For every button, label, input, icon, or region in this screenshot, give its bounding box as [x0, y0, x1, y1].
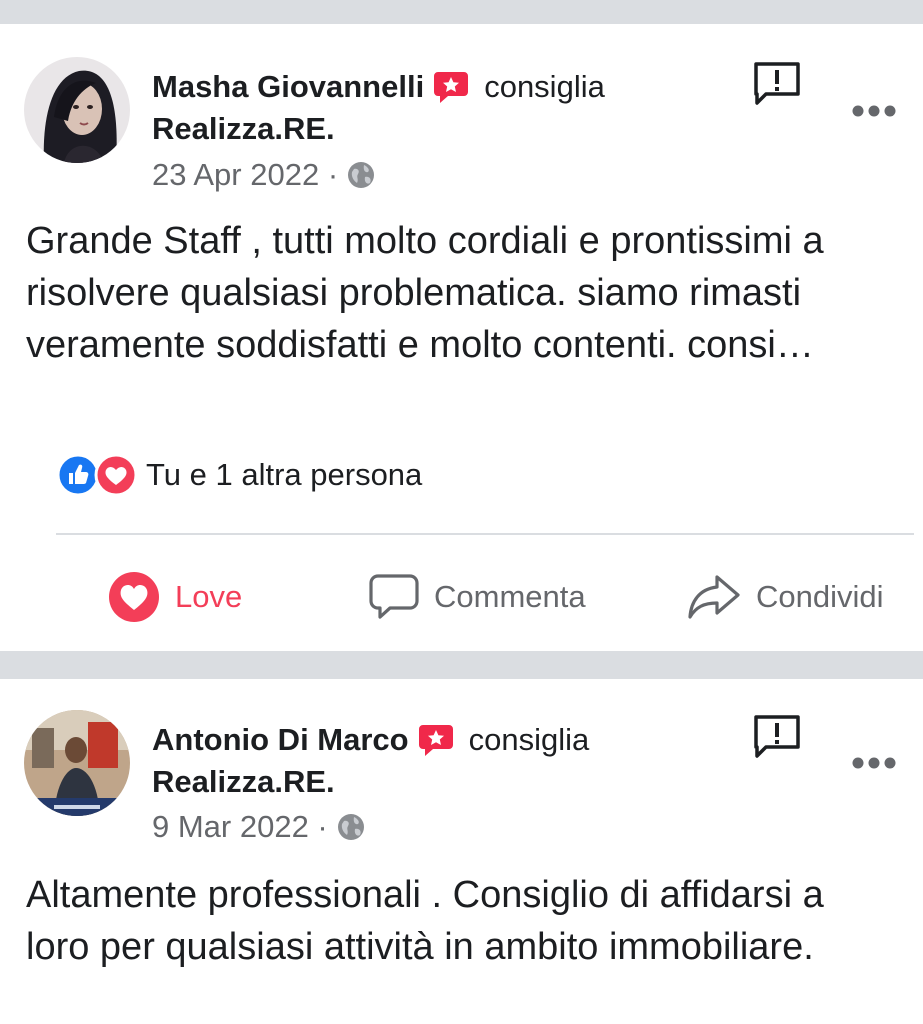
post-header: Masha Giovannelli consiglia: [152, 68, 605, 106]
reactions-text: Tu e 1 altra persona: [146, 457, 423, 492]
avatar-photo-icon: [24, 57, 130, 163]
reactions-summary[interactable]: Tu e 1 altra persona: [56, 453, 422, 497]
recommend-icon: [434, 72, 469, 103]
recommend-verb: consiglia: [484, 69, 605, 104]
feed-separator: [0, 651, 923, 679]
post-meta: 23 Apr 2022 ·: [152, 156, 376, 194]
share-label: Condividi: [756, 578, 884, 614]
page-name[interactable]: Realizza.RE.: [152, 763, 335, 801]
comment-icon: [369, 574, 419, 619]
author-name[interactable]: Antonio Di Marco: [152, 722, 409, 757]
love-button[interactable]: Love: [107, 569, 243, 622]
feed-separator-top: [0, 0, 923, 24]
page-name[interactable]: Realizza.RE.: [152, 110, 335, 148]
post-header: Antonio Di Marco consiglia: [152, 721, 589, 759]
more-options-icon[interactable]: [851, 104, 897, 118]
share-button[interactable]: Condividi: [686, 569, 884, 621]
divider: [56, 533, 914, 535]
globe-icon: [348, 161, 375, 188]
author-name[interactable]: Masha Giovannelli: [152, 69, 424, 104]
post-text-line: Grande Staff , tutti molto cordiali e pr…: [26, 220, 824, 262]
like-icon: [56, 453, 100, 497]
recommend-icon: [418, 725, 453, 756]
post-meta: 9 Mar 2022 ·: [152, 808, 366, 846]
post-date[interactable]: 23 Apr 2022 ·: [152, 157, 338, 192]
comment-label: Commenta: [434, 578, 586, 614]
avatar-photo-icon: [24, 710, 130, 816]
recommend-verb: consiglia: [468, 722, 590, 757]
post-text: Altamente professionali . Consiglio di a…: [26, 869, 906, 973]
report-icon[interactable]: [752, 714, 802, 760]
avatar[interactable]: [24, 710, 130, 816]
post-date[interactable]: 9 Mar 2022 ·: [152, 809, 328, 844]
share-icon: [688, 575, 740, 619]
post-text-line: Altamente professionali . Consiglio di a…: [26, 874, 824, 916]
comment-button[interactable]: Commenta: [368, 569, 586, 621]
post-text: Grande Staff , tutti molto cordiali e pr…: [26, 215, 906, 371]
love-reaction-icon: [109, 571, 159, 622]
reaction-icons: [56, 453, 138, 497]
love-label: Love: [175, 578, 243, 614]
globe-icon: [337, 813, 364, 840]
post-text-line: loro per qualsiasi attività in ambito im…: [26, 926, 814, 968]
post-text-line: risolvere qualsiasi problematica. siamo …: [26, 272, 802, 314]
more-options-icon[interactable]: [851, 756, 897, 770]
avatar[interactable]: [24, 57, 130, 163]
post-text-line[interactable]: veramente soddisfatti e molto contenti. …: [26, 319, 906, 371]
heart-icon: [94, 453, 138, 497]
report-icon[interactable]: [752, 61, 802, 107]
review-post: Masha Giovannelli consiglia Realizza.RE.…: [0, 24, 923, 651]
review-post: Antonio Di Marco consiglia Realizza.RE. …: [0, 679, 923, 1024]
